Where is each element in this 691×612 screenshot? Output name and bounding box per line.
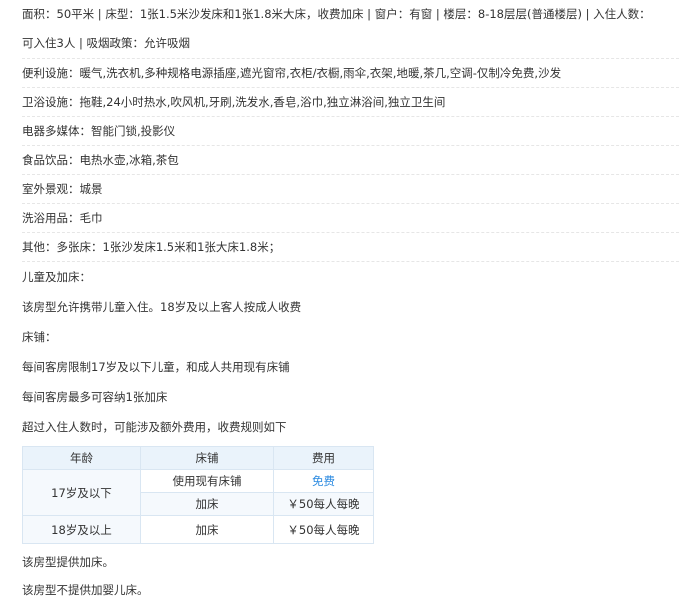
facility-label: 电器多媒体： [22,124,91,138]
bed-policy-title: 床铺： [22,330,57,344]
age-cell: 17岁及以下 [22,469,141,516]
bed-cell: 加床 [140,492,274,516]
room-basic-info: 面积：50平米 | 床型：1张1.5米沙发床和1张1.8米大床，收费加床 | 窗… [22,0,679,59]
table-row: 17岁及以下 使用现有床铺 免费 [22,469,374,516]
table-row: 18岁及以上 加床 ￥50每人每晚 [22,515,374,544]
bed-cell: 加床 [140,515,274,544]
fee-intro: 超过入住人数时，可能涉及额外费用，收费规则如下 [22,420,287,434]
facility-row-electronics: 电器多媒体：智能门锁,投影仪 [22,117,679,146]
facility-label: 便利设施： [22,66,80,80]
bed-cell: 使用现有床铺 [140,469,274,493]
facility-label: 其他： [22,240,57,254]
facility-value: 多张床：1张沙发床1.5米和1张大床1.8米； [56,240,281,254]
facility-value: 智能门锁,投影仪 [91,124,176,138]
bed-policy-line2: 每间客房最多可容纳1张加床 [22,390,168,404]
facility-row-view: 室外景观：城景 [22,175,679,204]
table-header-bed: 床铺 [140,446,274,470]
facility-value: 城景 [79,182,103,196]
age-cell: 18岁及以上 [22,515,141,544]
extra-bed-note: 该房型提供加床。 [22,555,114,569]
room-basic-info-line2: 可入住3人 | 吸烟政策：允许吸烟 [22,36,191,50]
facility-label: 卫浴设施： [22,95,80,109]
facility-row-other: 其他：多张床：1张沙发床1.5米和1张大床1.8米； [22,233,679,262]
table-header-fee: 费用 [273,446,374,470]
room-details-panel: 面积：50平米 | 床型：1张1.5米沙发床和1张1.8米大床，收费加床 | 窗… [0,0,691,612]
facility-row-bathroom: 卫浴设施：拖鞋,24小时热水,吹风机,牙刷,洗发水,香皂,浴巾,独立淋浴间,独立… [22,88,679,117]
facility-row-food: 食品饮品：电热水壶,冰箱,茶包 [22,146,679,175]
facility-row-toiletries: 洗浴用品：毛巾 [22,204,679,233]
facility-label: 食品饮品： [22,153,80,167]
extra-bed-fee-table: 年龄 床铺 费用 17岁及以下 使用现有床铺 免费 加床 ￥50每人每晚 18岁… [22,446,374,544]
children-policy-text: 该房型允许携带儿童入住。18岁及以上客人按成人收费 [22,300,302,314]
facility-label: 洗浴用品： [22,211,80,225]
facility-value: 毛巾 [79,211,103,225]
table-header-row: 年龄 床铺 费用 [22,446,374,470]
room-basic-info-line1: 面积：50平米 | 床型：1张1.5米沙发床和1张1.8米大床，收费加床 | 窗… [22,7,651,21]
table-header-age: 年龄 [22,446,141,470]
facility-label: 室外景观： [22,182,80,196]
fee-cell: ￥50每人每晚 [273,515,374,544]
fee-cell: ￥50每人每晚 [273,492,374,516]
crib-note: 该房型不提供加婴儿床。 [22,583,149,597]
fee-cell-free: 免费 [273,469,374,493]
children-policy-title: 儿童及加床： [22,270,91,284]
facility-value: 电热水壶,冰箱,茶包 [79,153,179,167]
facility-value: 暖气,洗衣机,多种规格电源插座,遮光窗帘,衣柜/衣橱,雨伞,衣架,地暖,茶几,空… [79,66,562,80]
facility-row-convenience: 便利设施：暖气,洗衣机,多种规格电源插座,遮光窗帘,衣柜/衣橱,雨伞,衣架,地暖… [22,59,679,88]
bed-policy-line1: 每间客房限制17岁及以下儿童，和成人共用现有床铺 [22,360,290,374]
facility-value: 拖鞋,24小时热水,吹风机,牙刷,洗发水,香皂,浴巾,独立淋浴间,独立卫生间 [79,95,446,109]
